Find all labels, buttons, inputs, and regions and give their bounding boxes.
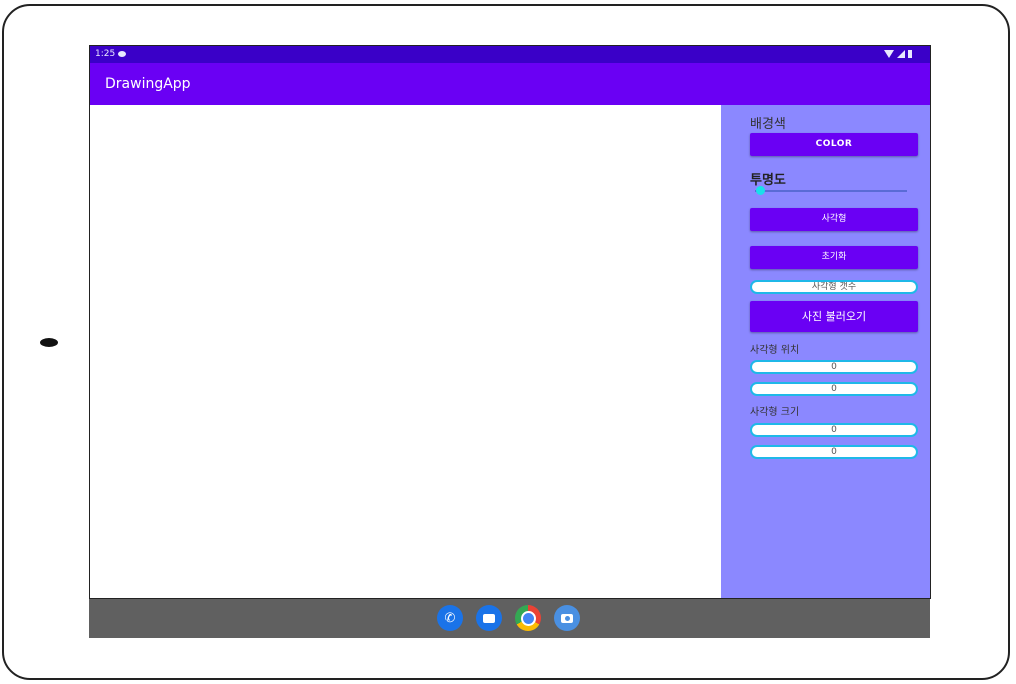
- opacity-slider-track[interactable]: [755, 190, 907, 192]
- app-bar: DrawingApp: [90, 63, 930, 105]
- side-panel: 배경색 COLOR 투명도 사각형 초기화 사각형 갯수 사진 불러오기 사각형…: [721, 105, 930, 598]
- color-button[interactable]: COLOR: [750, 133, 918, 156]
- opacity-slider-thumb[interactable]: [756, 186, 765, 195]
- rectangle-button[interactable]: 사각형: [750, 208, 918, 231]
- size-height-field[interactable]: 0: [750, 445, 918, 459]
- battery-icon: [908, 50, 912, 58]
- camera-icon[interactable]: [554, 605, 580, 631]
- rect-count-field[interactable]: 사각형 갯수: [750, 280, 918, 294]
- messages-icon[interactable]: [476, 605, 502, 631]
- rect-size-label: 사각형 크기: [750, 407, 800, 418]
- size-width-field[interactable]: 0: [750, 423, 918, 437]
- position-y-field[interactable]: 0: [750, 382, 918, 396]
- status-bar: 1:25: [90, 46, 930, 63]
- navigation-bar: ✆: [89, 599, 930, 638]
- load-photo-button[interactable]: 사진 불러오기: [750, 301, 918, 332]
- device-screen: 1:25 DrawingApp 배경색 COLOR 투명도 사각형 초기화 사각…: [89, 45, 931, 599]
- drawing-canvas[interactable]: [90, 105, 721, 598]
- app-title: DrawingApp: [105, 76, 191, 92]
- opacity-label: 투명도: [750, 173, 786, 188]
- wifi-icon: [884, 50, 894, 58]
- position-x-field[interactable]: 0: [750, 360, 918, 374]
- signal-icon: [897, 50, 905, 58]
- status-icons: [884, 50, 912, 58]
- chrome-icon[interactable]: [515, 605, 541, 631]
- reset-button[interactable]: 초기화: [750, 246, 918, 269]
- rect-position-label: 사각형 위치: [750, 345, 800, 356]
- background-color-label: 배경색: [750, 117, 786, 132]
- dock: ✆: [437, 605, 580, 631]
- camera-icon: [40, 338, 58, 347]
- status-time: 1:25: [95, 49, 116, 59]
- phone-icon[interactable]: ✆: [437, 605, 463, 631]
- chat-notification-icon: [118, 51, 126, 57]
